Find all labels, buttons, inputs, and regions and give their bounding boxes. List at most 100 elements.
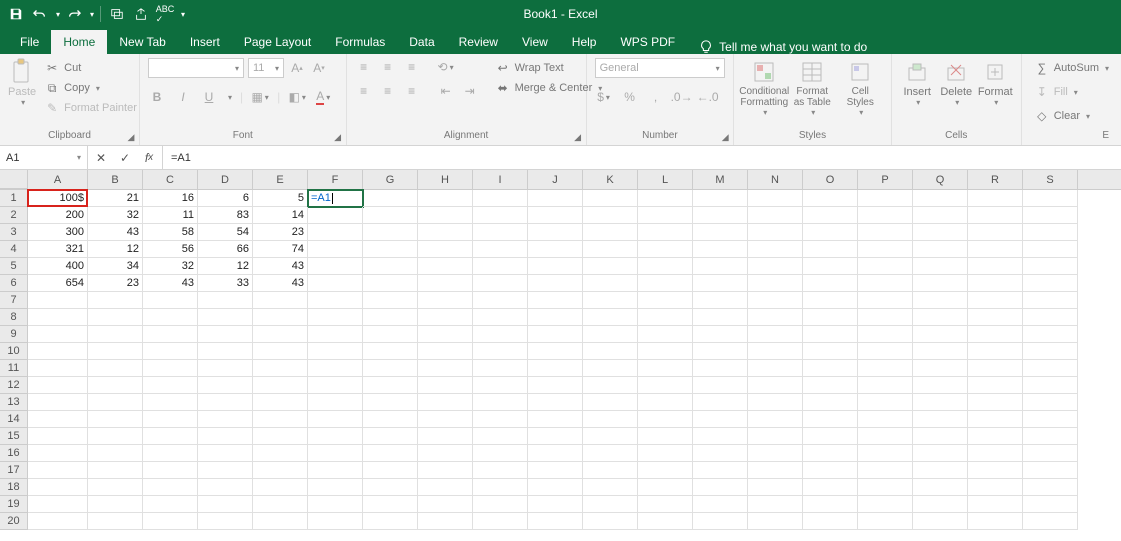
cell-S6[interactable]	[1023, 275, 1078, 292]
cell-N11[interactable]	[748, 360, 803, 377]
cell-L12[interactable]	[638, 377, 693, 394]
column-header-N[interactable]: N	[748, 170, 803, 189]
font-size-combo[interactable]: 11▾	[248, 58, 284, 78]
cell-B15[interactable]	[88, 428, 143, 445]
cell-S16[interactable]	[1023, 445, 1078, 462]
cell-H7[interactable]	[418, 292, 473, 309]
cell-H17[interactable]	[418, 462, 473, 479]
cell-C6[interactable]: 43	[143, 275, 198, 292]
cell-Q3[interactable]	[913, 224, 968, 241]
column-header-D[interactable]: D	[198, 170, 253, 189]
cell-E2[interactable]: 14	[253, 207, 308, 224]
row-header-12[interactable]: 12	[0, 377, 28, 394]
touch-mouse-mode-button[interactable]	[131, 4, 151, 24]
undo-button[interactable]	[30, 4, 50, 24]
cell-P6[interactable]	[858, 275, 913, 292]
cell-G5[interactable]	[363, 258, 418, 275]
cell-H18[interactable]	[418, 479, 473, 496]
cancel-formula-button[interactable]: ✕	[94, 151, 108, 165]
row-header-16[interactable]: 16	[0, 445, 28, 462]
row-header-20[interactable]: 20	[0, 513, 28, 530]
cell-C20[interactable]	[143, 513, 198, 530]
cell-K5[interactable]	[583, 258, 638, 275]
cell-H11[interactable]	[418, 360, 473, 377]
cell-J15[interactable]	[528, 428, 583, 445]
cell-G13[interactable]	[363, 394, 418, 411]
cell-R12[interactable]	[968, 377, 1023, 394]
cell-P3[interactable]	[858, 224, 913, 241]
cell-L6[interactable]	[638, 275, 693, 292]
cell-M12[interactable]	[693, 377, 748, 394]
cell-I1[interactable]	[473, 190, 528, 207]
cell-G16[interactable]	[363, 445, 418, 462]
alignment-launcher[interactable]: ◢	[572, 131, 584, 143]
cell-S13[interactable]	[1023, 394, 1078, 411]
cell-M16[interactable]	[693, 445, 748, 462]
font-launcher[interactable]: ◢	[332, 131, 344, 143]
cell-H14[interactable]	[418, 411, 473, 428]
cell-C5[interactable]: 32	[143, 258, 198, 275]
cell-B13[interactable]	[88, 394, 143, 411]
cell-D8[interactable]	[198, 309, 253, 326]
cell-A20[interactable]	[28, 513, 88, 530]
cell-B5[interactable]: 34	[88, 258, 143, 275]
cell-K7[interactable]	[583, 292, 638, 309]
cell-R10[interactable]	[968, 343, 1023, 360]
column-header-J[interactable]: J	[528, 170, 583, 189]
font-color-button[interactable]: A▾	[314, 88, 332, 106]
row-header-13[interactable]: 13	[0, 394, 28, 411]
cell-O4[interactable]	[803, 241, 858, 258]
cell-J3[interactable]	[528, 224, 583, 241]
cell-S9[interactable]	[1023, 326, 1078, 343]
cell-A8[interactable]	[28, 309, 88, 326]
cell-O13[interactable]	[803, 394, 858, 411]
cell-G7[interactable]	[363, 292, 418, 309]
cell-E10[interactable]	[253, 343, 308, 360]
cell-R15[interactable]	[968, 428, 1023, 445]
cell-F5[interactable]	[308, 258, 363, 275]
decrease-indent-icon[interactable]: ⇤	[437, 82, 455, 100]
cell-I14[interactable]	[473, 411, 528, 428]
cell-I16[interactable]	[473, 445, 528, 462]
tab-review[interactable]: Review	[447, 30, 510, 54]
cell-P8[interactable]	[858, 309, 913, 326]
cell-F8[interactable]	[308, 309, 363, 326]
cell-E18[interactable]	[253, 479, 308, 496]
cell-R11[interactable]	[968, 360, 1023, 377]
cell-P5[interactable]	[858, 258, 913, 275]
cell-O20[interactable]	[803, 513, 858, 530]
cell-R18[interactable]	[968, 479, 1023, 496]
cell-J8[interactable]	[528, 309, 583, 326]
cell-M5[interactable]	[693, 258, 748, 275]
cell-F16[interactable]	[308, 445, 363, 462]
cell-C17[interactable]	[143, 462, 198, 479]
cell-R8[interactable]	[968, 309, 1023, 326]
autosum-button[interactable]: ∑ AutoSum▾	[1030, 58, 1113, 78]
cell-S2[interactable]	[1023, 207, 1078, 224]
cell-C16[interactable]	[143, 445, 198, 462]
cell-O6[interactable]	[803, 275, 858, 292]
cell-F10[interactable]	[308, 343, 363, 360]
cell-M1[interactable]	[693, 190, 748, 207]
cell-R7[interactable]	[968, 292, 1023, 309]
cell-L16[interactable]	[638, 445, 693, 462]
cell-G6[interactable]	[363, 275, 418, 292]
cell-P4[interactable]	[858, 241, 913, 258]
cell-L11[interactable]	[638, 360, 693, 377]
cell-M11[interactable]	[693, 360, 748, 377]
cell-Q19[interactable]	[913, 496, 968, 513]
cell-I7[interactable]	[473, 292, 528, 309]
cell-B8[interactable]	[88, 309, 143, 326]
cell-G8[interactable]	[363, 309, 418, 326]
cell-M7[interactable]	[693, 292, 748, 309]
number-format-combo[interactable]: General▾	[595, 58, 725, 78]
cell-G12[interactable]	[363, 377, 418, 394]
cell-H15[interactable]	[418, 428, 473, 445]
cell-S19[interactable]	[1023, 496, 1078, 513]
cell-M9[interactable]	[693, 326, 748, 343]
align-bottom-icon[interactable]: ≡	[403, 58, 421, 76]
cell-Q8[interactable]	[913, 309, 968, 326]
cell-L17[interactable]	[638, 462, 693, 479]
cell-F20[interactable]	[308, 513, 363, 530]
cell-N3[interactable]	[748, 224, 803, 241]
